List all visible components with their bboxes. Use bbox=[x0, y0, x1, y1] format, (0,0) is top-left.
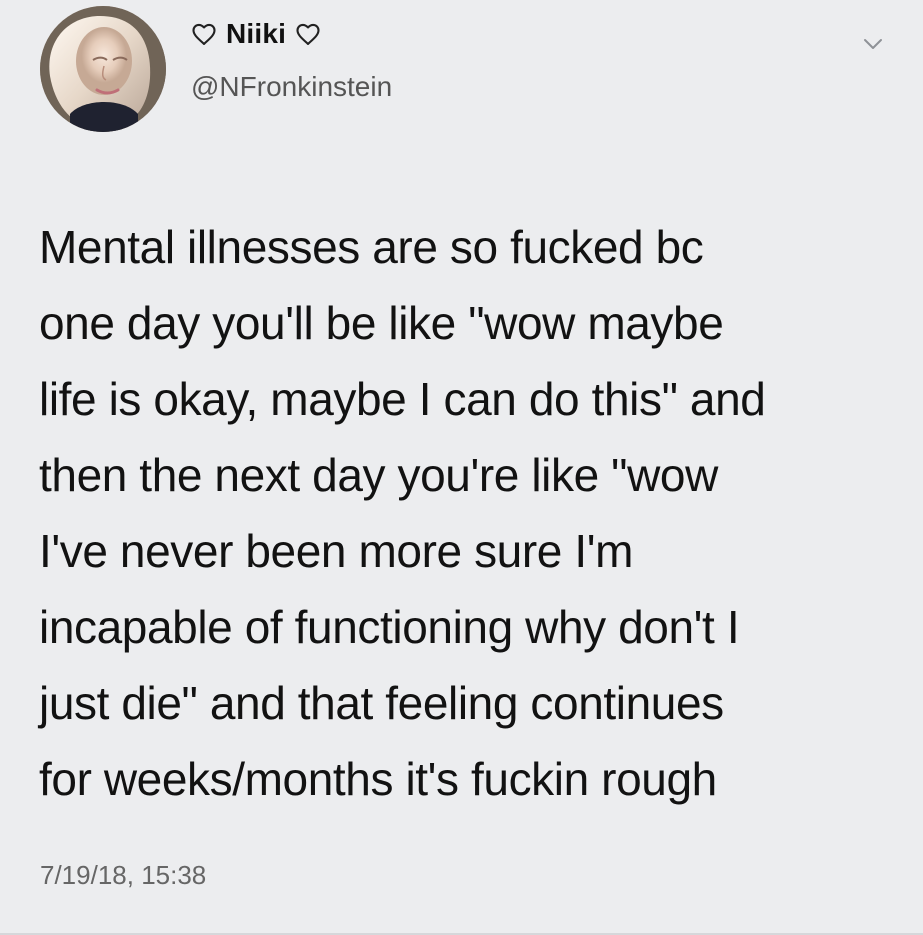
display-name: Niiki bbox=[226, 18, 287, 49]
user-handle[interactable]: @NFronkinstein bbox=[191, 73, 392, 101]
heart-outline-icon bbox=[190, 20, 218, 48]
tweet-text: Mental illnesses are so fucked bc one da… bbox=[39, 221, 766, 805]
tweet-timestamp[interactable]: 7/19/18, 15:38 bbox=[40, 862, 206, 888]
avatar[interactable] bbox=[40, 6, 166, 132]
chevron-down-icon[interactable] bbox=[861, 32, 885, 56]
display-name-row: Niiki bbox=[190, 20, 322, 48]
heart-outline-icon bbox=[294, 20, 322, 48]
tweet-card: Niiki @NFronkinstein Mental illnesses ar… bbox=[0, 0, 923, 935]
